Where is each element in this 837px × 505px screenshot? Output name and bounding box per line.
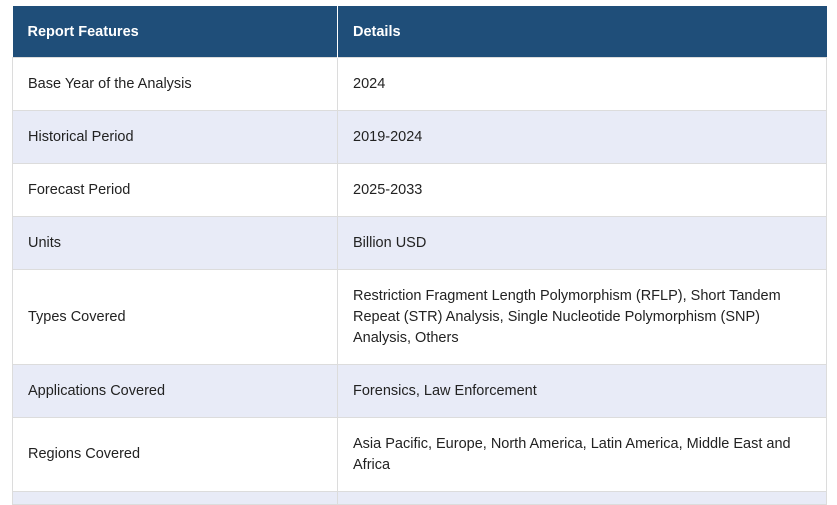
details-cell: 2025-2033 bbox=[337, 163, 827, 217]
feature-cell-empty bbox=[12, 491, 338, 505]
table-row: Forecast Period 2025-2033 bbox=[12, 163, 827, 217]
feature-cell: Types Covered bbox=[12, 269, 338, 365]
feature-cell: Applications Covered bbox=[12, 364, 338, 418]
table-row-partial bbox=[12, 491, 827, 505]
feature-cell: Units bbox=[12, 216, 338, 270]
details-cell: 2024 bbox=[337, 57, 827, 111]
feature-cell: Historical Period bbox=[12, 110, 338, 164]
details-cell: Restriction Fragment Length Polymorphism… bbox=[337, 269, 827, 365]
table-row: Historical Period 2019-2024 bbox=[12, 110, 827, 164]
details-cell: Asia Pacific, Europe, North America, Lat… bbox=[337, 417, 827, 492]
column-header-details: Details bbox=[337, 6, 827, 58]
table-row: Units Billion USD bbox=[12, 216, 827, 270]
feature-cell: Regions Covered bbox=[12, 417, 338, 492]
feature-cell: Base Year of the Analysis bbox=[12, 57, 338, 111]
table-row: Base Year of the Analysis 2024 bbox=[12, 57, 827, 111]
table-row: Applications Covered Forensics, Law Enfo… bbox=[12, 364, 827, 418]
details-cell: Billion USD bbox=[337, 216, 827, 270]
feature-cell: Forecast Period bbox=[12, 163, 338, 217]
details-cell: 2019-2024 bbox=[337, 110, 827, 164]
table-row: Regions Covered Asia Pacific, Europe, No… bbox=[12, 417, 827, 492]
details-cell: Forensics, Law Enforcement bbox=[337, 364, 827, 418]
report-features-table: Report Features Details Base Year of the… bbox=[12, 6, 827, 505]
table-row: Types Covered Restriction Fragment Lengt… bbox=[12, 269, 827, 365]
details-cell-empty bbox=[337, 491, 827, 505]
table-header-row: Report Features Details bbox=[12, 6, 827, 58]
report-features-table-container: Report Features Details Base Year of the… bbox=[12, 6, 827, 505]
column-header-report-features: Report Features bbox=[12, 6, 338, 58]
